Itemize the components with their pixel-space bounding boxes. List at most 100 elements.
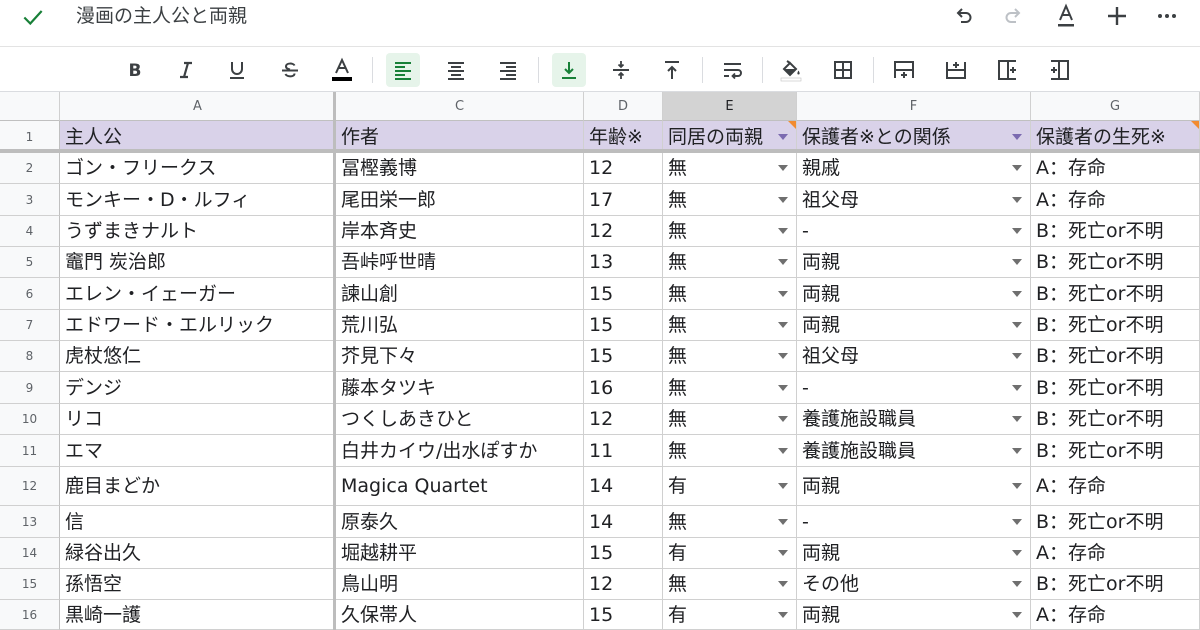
cell-a-row-12[interactable]: 鹿目まどか <box>60 467 336 506</box>
dropdown-arrow-icon[interactable] <box>1009 223 1025 239</box>
column-header-g[interactable]: G <box>1031 92 1200 121</box>
cell-e-row-11[interactable]: 無 <box>663 435 797 467</box>
cell-g-row-10[interactable]: B：死亡or不明 <box>1031 404 1200 435</box>
cell-f-row-12[interactable]: 両親 <box>797 467 1031 506</box>
cell-c-row-2[interactable]: 冨樫義博 <box>336 153 584 184</box>
row-header-10[interactable]: 10 <box>0 404 60 435</box>
dropdown-arrow-icon[interactable] <box>1009 380 1025 396</box>
cell-d-row-3[interactable]: 17 <box>584 184 663 216</box>
dropdown-arrow-icon[interactable] <box>1009 411 1025 427</box>
cell-d-row-16[interactable]: 15 <box>584 600 663 630</box>
dropdown-arrow-icon[interactable] <box>1009 443 1025 459</box>
cell-a-row-11[interactable]: エマ <box>60 435 336 467</box>
cell-c-row-6[interactable]: 諫山創 <box>336 278 584 310</box>
dropdown-arrow-icon[interactable] <box>775 348 791 364</box>
insert-column-right-icon[interactable] <box>991 53 1025 87</box>
dropdown-arrow-icon[interactable] <box>1009 286 1025 302</box>
cell-a-row-10[interactable]: リコ <box>60 404 336 435</box>
dropdown-arrow-icon[interactable] <box>1009 192 1025 208</box>
dropdown-arrow-icon[interactable] <box>775 545 791 561</box>
cell-a-row-5[interactable]: 竈門 炭治郎 <box>60 247 336 278</box>
dropdown-arrow-icon[interactable] <box>775 286 791 302</box>
dropdown-arrow-icon[interactable] <box>775 607 791 623</box>
column-header-f[interactable]: F <box>797 92 1031 121</box>
cell-d-row-8[interactable]: 15 <box>584 341 663 372</box>
cell-g-row-3[interactable]: A：存命 <box>1031 184 1200 216</box>
document-title[interactable]: 漫画の主人公と両親 <box>76 4 247 28</box>
row-header-11[interactable]: 11 <box>0 435 60 467</box>
cell-f-row-15[interactable]: その他 <box>797 569 1031 600</box>
strikethrough-icon[interactable] <box>273 53 307 87</box>
cell-f-row-5[interactable]: 両親 <box>797 247 1031 278</box>
column-header-a[interactable]: A <box>60 92 336 121</box>
cell-e-row-15[interactable]: 無 <box>663 569 797 600</box>
dropdown-arrow-icon[interactable] <box>1009 576 1025 592</box>
cell-d-row-14[interactable]: 15 <box>584 538 663 569</box>
borders-icon[interactable] <box>826 53 860 87</box>
dropdown-arrow-icon[interactable] <box>775 160 791 176</box>
cell-c-row-13[interactable]: 原泰久 <box>336 506 584 538</box>
cell-d-row-13[interactable]: 14 <box>584 506 663 538</box>
cell-c-row-11[interactable]: 白井カイウ/出水ぽすか <box>336 435 584 467</box>
cell-c-row-14[interactable]: 堀越耕平 <box>336 538 584 569</box>
valign-middle-icon[interactable] <box>604 53 638 87</box>
cell-e-row-5[interactable]: 無 <box>663 247 797 278</box>
cell-c-row-3[interactable]: 尾田栄一郎 <box>336 184 584 216</box>
more-icon[interactable] <box>1150 2 1184 30</box>
cell-e-row-8[interactable]: 無 <box>663 341 797 372</box>
cell-e-row-4[interactable]: 無 <box>663 216 797 247</box>
align-right-icon[interactable] <box>491 53 525 87</box>
frozen-row-divider[interactable] <box>0 149 1200 153</box>
cell-c-row-7[interactable]: 荒川弘 <box>336 310 584 341</box>
insert-row-below-icon[interactable] <box>939 53 973 87</box>
row-header-8[interactable]: 8 <box>0 341 60 372</box>
align-center-icon[interactable] <box>439 53 473 87</box>
dropdown-arrow-icon[interactable] <box>775 443 791 459</box>
cell-d-row-2[interactable]: 12 <box>584 153 663 184</box>
cell-d-row-12[interactable]: 14 <box>584 467 663 506</box>
cell-e-row-14[interactable]: 有 <box>663 538 797 569</box>
cell-f-row-2[interactable]: 親戚 <box>797 153 1031 184</box>
cell-f-row-7[interactable]: 両親 <box>797 310 1031 341</box>
cell-e-row-13[interactable]: 無 <box>663 506 797 538</box>
dropdown-arrow-icon[interactable] <box>775 411 791 427</box>
cell-e-row-12[interactable]: 有 <box>663 467 797 506</box>
cell-g-row-9[interactable]: B：死亡or不明 <box>1031 372 1200 404</box>
dropdown-arrow-icon[interactable] <box>1009 254 1025 270</box>
cell-d-row-9[interactable]: 16 <box>584 372 663 404</box>
cell-d-row-6[interactable]: 15 <box>584 278 663 310</box>
valign-bottom-icon[interactable] <box>552 53 586 87</box>
cell-a-row-8[interactable]: 虎杖悠仁 <box>60 341 336 372</box>
cell-c-row-4[interactable]: 岸本斉史 <box>336 216 584 247</box>
italic-icon[interactable] <box>169 53 203 87</box>
cell-c-row-9[interactable]: 藤本タツキ <box>336 372 584 404</box>
dropdown-arrow-icon[interactable] <box>775 576 791 592</box>
underline-icon[interactable] <box>220 53 254 87</box>
bold-icon[interactable]: B <box>118 53 152 87</box>
row-header-16[interactable]: 16 <box>0 600 60 630</box>
row-header-3[interactable]: 3 <box>0 184 60 216</box>
cell-f-row-3[interactable]: 祖父母 <box>797 184 1031 216</box>
cell-f-row-4[interactable]: - <box>797 216 1031 247</box>
cell-e-row-7[interactable]: 無 <box>663 310 797 341</box>
valign-top-icon[interactable] <box>655 53 689 87</box>
cell-g-row-4[interactable]: B：死亡or不明 <box>1031 216 1200 247</box>
cell-c-row-12[interactable]: Magica Quartet <box>336 467 584 506</box>
cell-d-row-5[interactable]: 13 <box>584 247 663 278</box>
cell-g-row-12[interactable]: A：存命 <box>1031 467 1200 506</box>
cell-d-row-11[interactable]: 11 <box>584 435 663 467</box>
dropdown-arrow-icon[interactable] <box>775 478 791 494</box>
cell-a-row-2[interactable]: ゴン・フリークス <box>60 153 336 184</box>
row-header-12[interactable]: 12 <box>0 467 60 506</box>
dropdown-arrow-icon[interactable] <box>1009 607 1025 623</box>
cell-e-row-9[interactable]: 無 <box>663 372 797 404</box>
cell-c-row-16[interactable]: 久保帯人 <box>336 600 584 630</box>
cell-a-row-7[interactable]: エドワード・エルリック <box>60 310 336 341</box>
dropdown-arrow-icon[interactable] <box>775 380 791 396</box>
dropdown-arrow-icon[interactable] <box>775 192 791 208</box>
cell-d-row-7[interactable]: 15 <box>584 310 663 341</box>
dropdown-arrow-icon[interactable] <box>1009 514 1025 530</box>
column-header-c[interactable]: C <box>336 92 584 121</box>
cell-f-row-8[interactable]: 祖父母 <box>797 341 1031 372</box>
cell-e-row-2[interactable]: 無 <box>663 153 797 184</box>
